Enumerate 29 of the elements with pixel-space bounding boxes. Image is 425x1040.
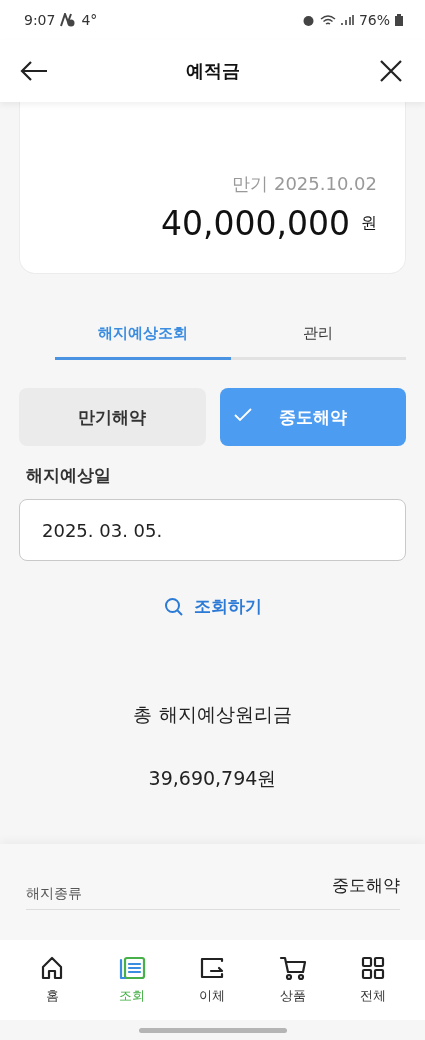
nav-item[interactable]: 전체 (340, 955, 405, 1005)
signal-icon (340, 14, 354, 26)
status-time: 9:07 (24, 12, 56, 28)
date-field[interactable]: 2025. 03. 05. (19, 499, 406, 561)
search-icon (163, 596, 184, 617)
notification-icon (60, 13, 77, 27)
field-label: 해지예상일 (26, 464, 112, 487)
nav-item[interactable]: 이체 (180, 955, 245, 1005)
nav-item[interactable]: 홈 (20, 955, 85, 1005)
deposit-amount: 40,000,000 (161, 204, 350, 243)
alarm-icon (301, 13, 315, 27)
battery-icon (395, 14, 403, 26)
option-button[interactable]: 만기해약 (19, 388, 206, 446)
battery-percent: 76% (358, 12, 390, 28)
search-link[interactable]: 조회하기 (163, 595, 262, 618)
page-title: 예적금 (185, 59, 240, 83)
cart-icon (278, 955, 307, 981)
result-amount: 39,690,794원 (148, 766, 277, 791)
weather-temperature: 4° (81, 12, 98, 28)
detail-label: 해지종류 (26, 885, 82, 903)
currency-unit: 원 (361, 213, 377, 234)
nav-item[interactable]: 상품 (260, 955, 325, 1005)
detail-value: 중도해약 (332, 874, 400, 897)
maturity-date: 만기 2025.10.02 (232, 172, 377, 196)
tab[interactable]: 관리 (230, 324, 406, 360)
result-label: 총 해지예상원리금 (133, 702, 292, 727)
wifi-icon (319, 13, 336, 27)
check-icon (233, 408, 252, 422)
list-icon (118, 955, 147, 981)
